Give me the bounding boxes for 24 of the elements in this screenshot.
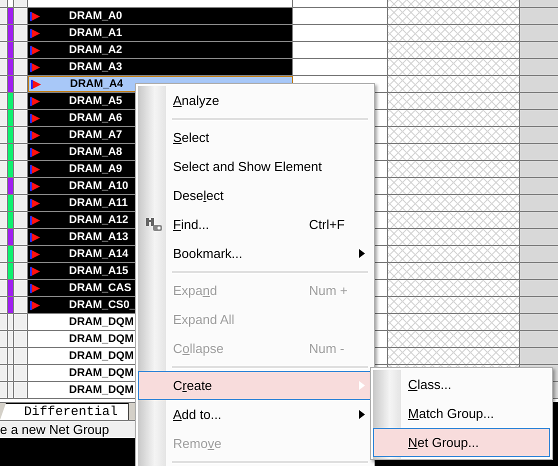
net-name: DRAM_A9 xyxy=(69,163,122,175)
net-name: DRAM_A3 xyxy=(69,61,122,73)
net-name: DRAM_CAS xyxy=(69,282,132,294)
net-name: DRAM_A0 xyxy=(69,10,122,22)
net-name: DRAM_A11 xyxy=(69,197,128,209)
net-name: DRAM_A6 xyxy=(69,112,122,124)
net-name: DRAM_A10 xyxy=(69,180,128,192)
net-name: DRAM_DQM xyxy=(69,333,134,345)
net-name: DRAM_A15 xyxy=(69,265,128,277)
net-name: DRAM_A4 xyxy=(70,78,124,90)
net-name: DRAM_A1 xyxy=(69,27,122,39)
net-name: DRAM_A14 xyxy=(69,248,128,260)
net-name: DRAM_DQM xyxy=(69,384,134,396)
net-name: DRAM_A2 xyxy=(69,44,122,56)
net-name: DRAM_A13 xyxy=(69,231,128,243)
net-name: DRAM_A8 xyxy=(69,146,122,158)
net-name: DRAM_DQM xyxy=(69,367,134,379)
net-name: DRAM_DQM xyxy=(69,316,134,328)
status-text: e a new Net Group xyxy=(0,422,110,437)
net-name: DRAM_CS0_ xyxy=(69,299,136,311)
net-name: DRAM_A7 xyxy=(69,129,122,141)
net-name: DRAM_DQM xyxy=(69,350,134,362)
net-name: DRAM_A5 xyxy=(69,95,122,107)
net-name: DRAM_A12 xyxy=(69,214,128,226)
